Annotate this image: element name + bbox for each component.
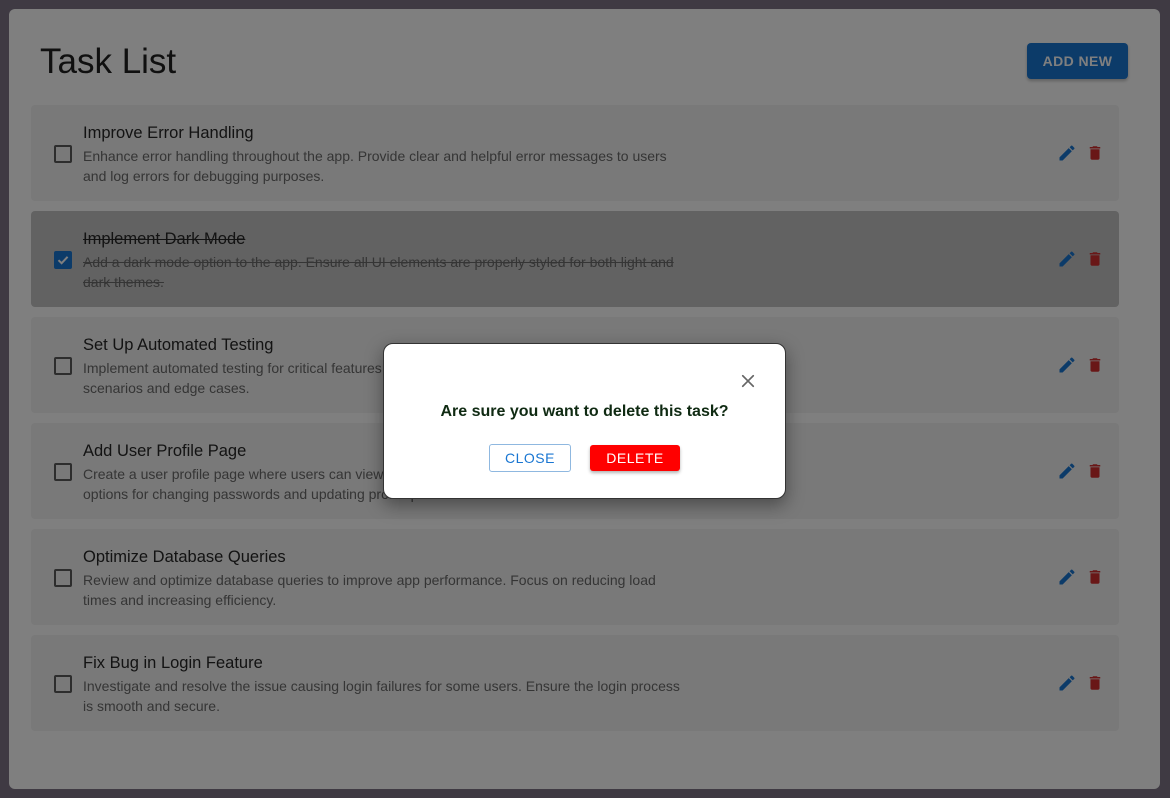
delete-confirm-dialog: Are sure you want to delete this task? C…: [383, 343, 786, 499]
dialog-close-button[interactable]: CLOSE: [489, 444, 571, 472]
dialog-delete-button[interactable]: DELETE: [590, 445, 680, 471]
dialog-message: Are sure you want to delete this task?: [440, 403, 729, 420]
close-icon[interactable]: [739, 372, 757, 390]
